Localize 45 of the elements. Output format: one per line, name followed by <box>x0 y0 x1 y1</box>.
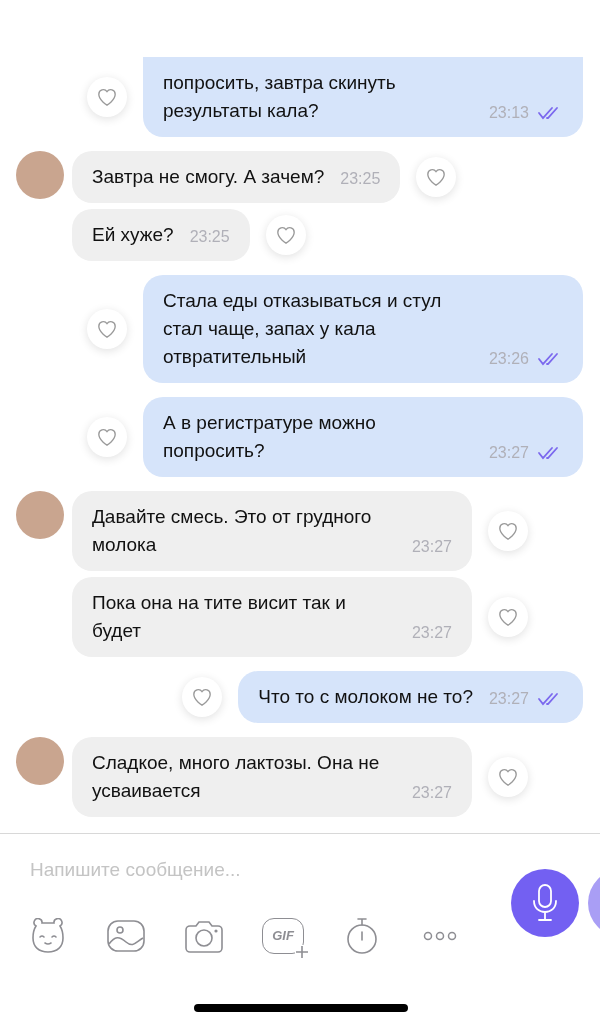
message-time: 23:26 <box>488 349 529 369</box>
heart-icon <box>96 319 118 339</box>
avatar[interactable] <box>16 737 64 785</box>
like-button[interactable] <box>87 417 127 457</box>
heart-icon <box>96 87 118 107</box>
microphone-icon <box>530 883 560 923</box>
message-text: Сладкое, много лактозы. Она не усваивается <box>92 751 381 803</box>
message-text: Что то с молоком не то? <box>258 685 473 709</box>
message-text: Завтра не смогу. А зачем? <box>92 165 325 189</box>
message-time: 23:25 <box>340 169 381 189</box>
message-time: 23:27 <box>411 537 452 557</box>
message-time: 23:27 <box>411 783 452 803</box>
heart-icon <box>96 427 118 447</box>
message-text: попросить, завтра скинуть результаты кала? <box>163 71 397 123</box>
stopwatch-icon <box>345 917 379 955</box>
message-text: Стала еды отказываться и стул стал чаще, запах у кала отвратительный <box>163 289 443 369</box>
like-button[interactable] <box>488 511 528 551</box>
message-time: 23:27 <box>411 623 452 643</box>
message-text: Пока она на тите висит так и будет <box>92 591 347 643</box>
heart-icon <box>425 167 448 187</box>
heart-icon <box>497 767 519 787</box>
more-icon <box>422 931 458 941</box>
heart-icon <box>274 225 297 245</box>
image-icon <box>106 919 146 953</box>
like-button[interactable] <box>87 309 127 349</box>
like-button[interactable] <box>87 77 127 117</box>
camera-icon <box>184 919 224 953</box>
message-time: 23:27 <box>488 689 529 709</box>
like-button[interactable] <box>488 597 528 637</box>
message-text: Давайте смесь. Это от грудного молока <box>92 505 373 557</box>
avatar[interactable] <box>16 151 64 199</box>
heart-icon <box>497 607 519 627</box>
heart-icon <box>497 521 519 541</box>
heart-icon <box>191 687 214 707</box>
like-button[interactable] <box>488 757 528 797</box>
avatar[interactable] <box>16 491 64 539</box>
like-button[interactable] <box>265 215 306 255</box>
message-text: А в регистратуре можно попросить? <box>163 411 377 463</box>
message-time: 23:27 <box>488 443 529 463</box>
message-text: Ей хуже? <box>92 223 174 247</box>
like-button[interactable] <box>416 157 457 197</box>
like-button[interactable] <box>182 677 223 717</box>
message-time: 23:25 <box>189 227 230 247</box>
message-time: 23:13 <box>488 103 529 123</box>
message-input[interactable]: Напишите сообщение... <box>30 856 470 885</box>
